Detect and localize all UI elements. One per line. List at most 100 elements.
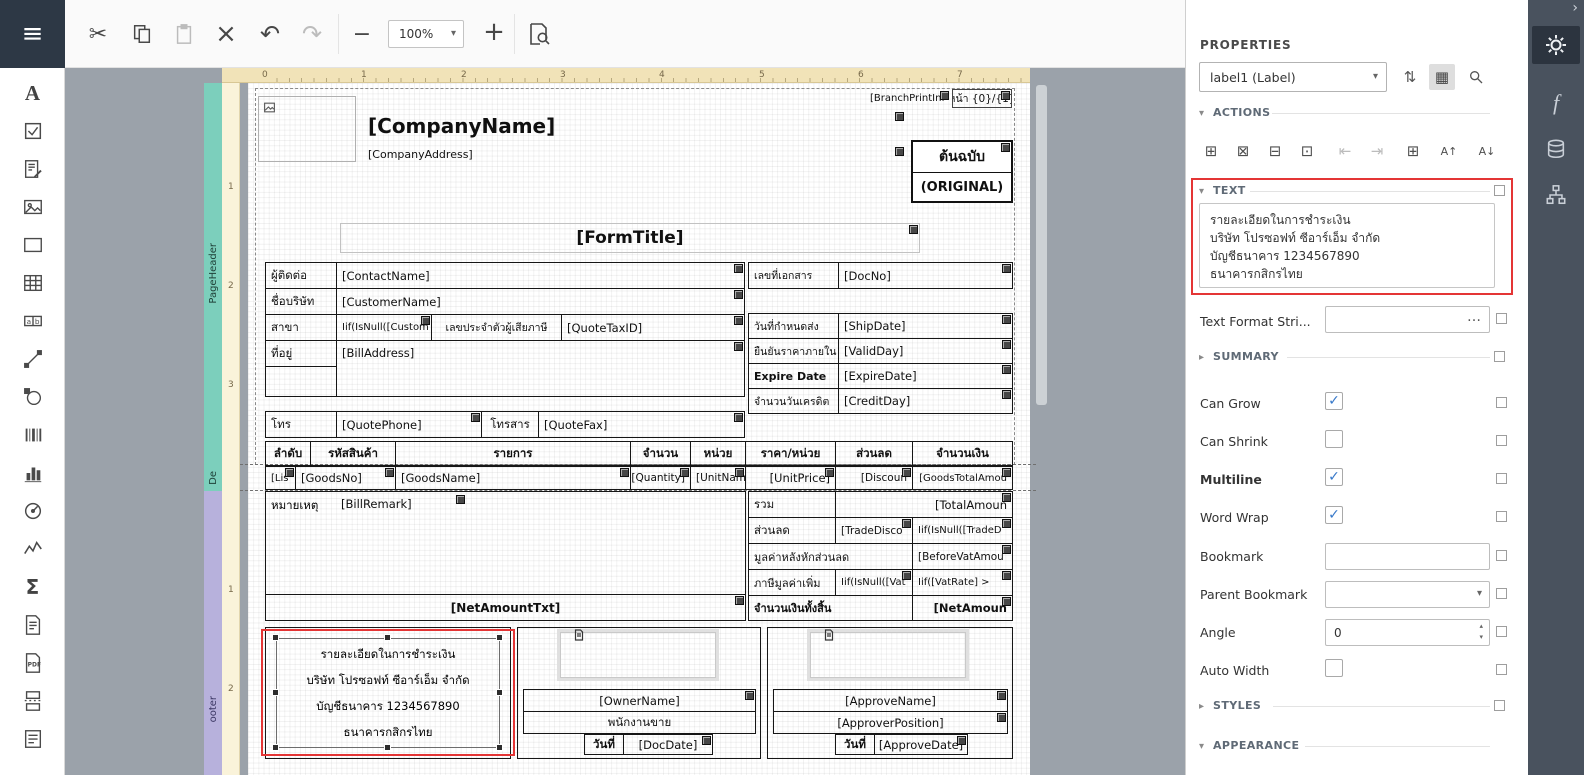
selection-handle[interactable] [496, 744, 503, 751]
address-value-cell[interactable]: [BillAddress] [336, 340, 745, 397]
line-tool[interactable] [0, 340, 65, 378]
word-wrap-property-marker[interactable] [1496, 511, 1507, 522]
selection-handle[interactable] [272, 744, 279, 751]
approver-position-cell[interactable]: [ApproverPosition] [773, 711, 1008, 734]
increase-font-action[interactable]: A↑ [1437, 140, 1461, 162]
word-wrap-checkbox[interactable]: ✓ [1325, 506, 1343, 524]
actions-section-header[interactable]: ACTIONS [1213, 106, 1270, 119]
detail-cell[interactable]: [GoodsTotalAmou [912, 466, 1013, 490]
angle-spinner[interactable]: ▴▾ [1479, 621, 1483, 643]
fit-width-action[interactable]: ⊟ [1263, 140, 1287, 162]
vat-label-cell[interactable]: ภาษีมูลค่าเพิ่ม [748, 569, 836, 596]
pdf-content-tool[interactable]: PDF [0, 644, 65, 682]
detail-cell[interactable]: [Quantity] [630, 466, 691, 490]
report-explorer-tab[interactable] [1528, 178, 1584, 212]
character-comb-tool[interactable]: ab [0, 302, 65, 340]
fit-bounds-action[interactable]: ⊞ [1199, 140, 1223, 162]
checkbox-tool[interactable] [0, 112, 65, 150]
detail-cell[interactable]: [UnitPrice] [745, 466, 836, 490]
collapse-panel-button[interactable]: › [1572, 0, 1578, 16]
creditday-label-cell[interactable]: จำนวนวันเครดิต [748, 388, 839, 414]
col-header[interactable]: ส่วนลด [835, 441, 913, 466]
selection-handle[interactable] [272, 689, 279, 696]
contact-value-cell[interactable]: [ContactName] [336, 262, 745, 289]
element-selector-combobox[interactable]: label1 (Label) ▾ [1199, 62, 1387, 92]
sigma-tool[interactable]: Σ [0, 568, 65, 606]
styles-property-marker[interactable] [1494, 700, 1505, 711]
company-address-field[interactable]: [CompanyAddress] [363, 146, 905, 163]
bookmark-input[interactable] [1325, 543, 1490, 570]
detail-cell[interactable]: [UnitNam [690, 466, 746, 490]
angle-input[interactable]: 0 ▴▾ [1325, 619, 1490, 646]
col-header[interactable]: หน่วย [690, 441, 746, 466]
page-number-field[interactable]: หน้า {0}/{1} [952, 89, 1012, 108]
selection-handle[interactable] [496, 634, 503, 641]
vertical-scrollbar[interactable] [1036, 85, 1047, 405]
taxid-value-cell[interactable]: [QuoteTaxID] [561, 314, 745, 341]
address-label-cell[interactable]: ที่อยู่ [265, 340, 337, 367]
approve-date-value-cell[interactable]: [ApproveDate] [874, 734, 968, 755]
band-detail[interactable]: De [204, 464, 222, 491]
paste-button[interactable] [168, 18, 200, 50]
detail-cell[interactable]: [GoodsNo] [295, 466, 396, 490]
detail-cell[interactable]: [Lis [265, 466, 296, 490]
multiline-property-marker[interactable] [1496, 473, 1507, 484]
selection-handle[interactable] [384, 634, 391, 641]
multiline-checkbox[interactable]: ✓ [1325, 468, 1343, 486]
properties-tab[interactable] [1532, 26, 1580, 64]
form-title-field[interactable]: [FormTitle] [340, 223, 920, 253]
customer-value-cell[interactable]: [CustomerName] [336, 288, 745, 315]
parent-bookmark-property-marker[interactable] [1496, 588, 1507, 599]
parent-bookmark-dropdown[interactable]: ▾ [1325, 581, 1490, 608]
vat-value-cell[interactable]: Iif(IsNull([Vat [835, 569, 913, 596]
owner-title-cell[interactable]: พนักงานขาย [523, 711, 756, 734]
detail-cell[interactable]: [GoodsName] [395, 466, 631, 490]
branch-print-field[interactable]: [BranchPrintInf [850, 90, 950, 107]
delete-button[interactable]: × [210, 18, 242, 50]
fax-label-cell[interactable]: โทรสาร [481, 411, 539, 438]
redo-button[interactable]: ↷ [296, 18, 328, 50]
can-shrink-property-marker[interactable] [1496, 435, 1507, 446]
doc-date-label-cell[interactable]: วันที่ [584, 734, 624, 755]
auto-width-checkbox[interactable] [1325, 659, 1343, 677]
ellipsis-icon[interactable]: … [1467, 309, 1481, 325]
selection-handle[interactable] [384, 744, 391, 751]
menu-button[interactable]: ≡ [0, 0, 65, 68]
table-of-contents-tool[interactable] [0, 720, 65, 758]
sparkline-tool[interactable] [0, 530, 65, 568]
vat-expr-cell[interactable]: Iif([VatRate] > [912, 569, 1013, 596]
category-view-button[interactable]: ▦ [1429, 64, 1455, 90]
text-format-input[interactable]: … [1325, 306, 1490, 333]
zoom-in-button[interactable]: + [478, 16, 510, 48]
col-header[interactable]: รายการ [395, 441, 631, 466]
richtext-tool[interactable] [0, 150, 65, 188]
logo-picture-box[interactable] [258, 96, 356, 162]
styles-section-header[interactable]: STYLES [1213, 699, 1261, 712]
align-left-action[interactable]: ⇤ [1333, 140, 1357, 162]
auto-size-action[interactable]: ⊞ [1401, 140, 1425, 162]
band-footer[interactable]: ooter [204, 491, 222, 775]
gauge-tool[interactable] [0, 492, 65, 530]
branch-label-cell[interactable]: สาขา [265, 314, 337, 341]
fit-height-action[interactable]: ⊡ [1295, 140, 1319, 162]
sum-value-cell[interactable]: [TotalAmoun [835, 491, 1013, 518]
cut-button[interactable]: ✂ [82, 18, 114, 50]
summary-property-marker[interactable] [1494, 351, 1505, 362]
owner-name-cell[interactable]: [OwnerName] [523, 689, 756, 712]
creditday-value-cell[interactable]: [CreditDay] [838, 388, 1013, 414]
can-shrink-checkbox[interactable] [1325, 430, 1343, 448]
text-property-marker[interactable] [1494, 185, 1505, 196]
selection-handle[interactable] [496, 689, 503, 696]
docno-value-cell[interactable]: [DocNo] [838, 262, 1013, 289]
undo-button[interactable]: ↶ [254, 18, 286, 50]
phone-value-cell[interactable]: [QuotePhone] [336, 411, 482, 438]
discount-value-cell[interactable]: [TradeDisco [835, 517, 913, 544]
taxid-label-cell[interactable]: เลขประจำตัวผู้เสียภาษี [431, 314, 562, 341]
decrease-font-action[interactable]: A↓ [1475, 140, 1499, 162]
company-name-field[interactable]: [CompanyName] [363, 111, 905, 141]
preview-button[interactable] [522, 17, 556, 51]
branch-value-cell[interactable]: Iif(IsNull([Custom [336, 314, 432, 341]
approve-date-label-cell[interactable]: วันที่ [835, 734, 875, 755]
copy-button[interactable] [126, 18, 158, 50]
barcode-tool[interactable] [0, 416, 65, 454]
